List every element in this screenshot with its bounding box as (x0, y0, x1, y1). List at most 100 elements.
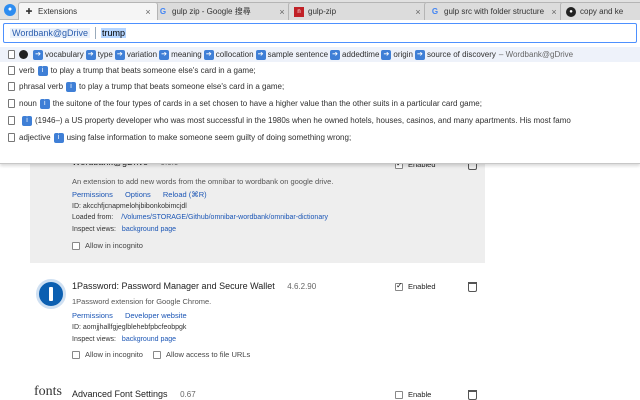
background-page-link[interactable]: background page (122, 226, 176, 233)
tab-copy[interactable]: ● copy and ke (560, 2, 640, 20)
developer-website-link[interactable]: Developer website (125, 311, 187, 320)
arrow-icon: ➔ (203, 49, 214, 60)
google-icon: G (159, 7, 167, 16)
extension-id: ID: aomjjhallfgjeglblehebfpbcfeobpgk (72, 324, 187, 331)
document-icon (8, 82, 15, 91)
checkbox-icon[interactable] (72, 241, 80, 250)
tab-gulp-zip[interactable]: n gulp-zip × (288, 2, 428, 20)
reload-link[interactable]: Reload (⌘R) (163, 190, 207, 199)
header-item: type (97, 50, 113, 59)
document-icon (8, 66, 15, 75)
extension-title: Advanced Font Settings 0.67 (72, 389, 196, 399)
omnibox[interactable]: Wordbank@gDrive trump (3, 23, 637, 43)
suggestion-text: to play a trump that beats someone else'… (79, 82, 285, 91)
tab-title: Extensions (38, 7, 78, 16)
tab-title: gulp src with folder structure (444, 7, 545, 16)
enable-toggle[interactable]: Enable (395, 390, 431, 399)
header-item: source of discovery (426, 50, 496, 59)
options-link[interactable]: Options (125, 190, 151, 199)
enabled-toggle[interactable]: Enabled (395, 281, 436, 291)
close-icon[interactable]: × (550, 7, 558, 17)
extension-name: 1Password: Password Manager and Secure W… (72, 281, 275, 291)
extension-description: 1Password extension for Google Chrome. (72, 297, 212, 306)
checkbox-icon[interactable] (395, 390, 403, 399)
close-icon[interactable]: × (414, 7, 422, 17)
header-item: addedtime (342, 50, 380, 59)
allow-file-urls-option[interactable]: Allow access to file URLs (153, 350, 250, 359)
extension-version: 0.67 (180, 390, 196, 399)
allow-incognito-option[interactable]: Allow in incognito (72, 241, 143, 250)
checkbox-icon[interactable] (395, 281, 403, 291)
omnibox-query[interactable]: trump (101, 28, 127, 38)
arrow-icon: ➔ (114, 49, 125, 60)
fonts-logo: fonts (34, 384, 62, 399)
puzzle-icon: ✚ (25, 7, 33, 16)
permissions-link[interactable]: Permissions (72, 190, 113, 199)
loaded-label: Loaded from: (72, 214, 114, 221)
checkbox-icon[interactable] (72, 350, 80, 359)
header-item: vocabulary (45, 50, 84, 59)
suggestion-text: (1946–) a US property developer who was … (35, 116, 571, 125)
inspect-label: Inspect views: (72, 226, 116, 233)
arrow-icon: ➔ (255, 49, 266, 60)
suggestion-pos: adjective (19, 133, 51, 142)
inspect-views: Inspect views: background page (72, 336, 176, 343)
close-icon[interactable]: × (278, 7, 286, 17)
tab-strip: ● ✚ Extensions × G gulp zip - Google 搜尋 … (0, 0, 640, 20)
background-page-link[interactable]: background page (122, 336, 176, 343)
suggestion-row[interactable]: adjective i using false information to m… (0, 130, 640, 145)
omnibox-separator (95, 27, 96, 39)
suggestion-pos: noun (19, 99, 37, 108)
header-item: meaning (171, 50, 202, 59)
suggestion-row[interactable]: phrasal verb i to play a trump that beat… (0, 79, 640, 94)
allow-incognito-option[interactable]: Allow in incognito (72, 350, 143, 359)
arrow-icon: ➔ (159, 49, 170, 60)
npm-icon: n (294, 6, 304, 17)
tab-extensions[interactable]: ✚ Extensions × (18, 2, 158, 20)
document-icon (8, 50, 15, 59)
info-badge-icon: i (22, 115, 32, 126)
document-icon (8, 133, 15, 142)
permissions-link[interactable]: Permissions (72, 311, 113, 320)
profile-icon[interactable]: ● (4, 4, 16, 16)
suggestion-text: the suitone of the four types of cards i… (52, 99, 482, 108)
suggestion-header[interactable]: ➔ vocabulary ➔ type ➔ variation ➔ meaning ➔ c… (0, 47, 640, 62)
extension-links: Permissions Developer website (72, 311, 197, 320)
suggestion-pos: verb (19, 66, 35, 75)
extension-version: 4.6.2.90 (287, 282, 317, 291)
github-icon: ● (566, 6, 576, 17)
arrow-icon: ➔ (330, 49, 341, 60)
extension-links: Permissions Options Reload (⌘R) (72, 190, 217, 199)
info-badge-icon: i (66, 81, 77, 92)
google-icon: G (431, 7, 439, 16)
suggestion-row[interactable]: noun i the suitone of the four types of … (0, 96, 640, 111)
header-item: origin (393, 50, 413, 59)
inspect-views: Inspect views: background page (72, 226, 176, 233)
incognito-label: Allow in incognito (85, 350, 143, 359)
incognito-label: Allow in incognito (85, 241, 143, 250)
extension-title: 1Password: Password Manager and Secure W… (72, 281, 316, 291)
trash-icon[interactable] (468, 390, 477, 400)
checkbox-icon[interactable] (153, 350, 161, 359)
1password-logo-icon (36, 279, 66, 309)
suggestion-source: – Wordbank@gDrive (498, 50, 574, 59)
suggestion-row[interactable]: i (1946–) a US property developer who wa… (0, 113, 640, 128)
tab-gulp-src[interactable]: G gulp src with folder structure × (424, 2, 564, 20)
suggestion-text: using false information to make someone … (66, 133, 352, 142)
info-badge-icon: i (53, 132, 64, 143)
loaded-from: Loaded from: /Volumes/STORAGE/Github/omn… (72, 214, 328, 221)
info-badge-icon: i (39, 98, 50, 109)
extension-description: An extension to add new words from the o… (72, 177, 334, 186)
arrow-icon: ➔ (85, 49, 96, 60)
document-icon (8, 99, 15, 108)
file-urls-label: Allow access to file URLs (166, 350, 251, 359)
omnibox-keyword: Wordbank@gDrive (10, 28, 90, 38)
enabled-label: Enabled (408, 282, 436, 291)
tab-gulp-zip-google[interactable]: G gulp zip - Google 搜尋 × (152, 2, 292, 20)
tab-title: copy and ke (580, 7, 624, 16)
inspect-label: Inspect views: (72, 336, 116, 343)
suggestion-row[interactable]: verb i to play a trump that beats someon… (0, 63, 640, 78)
close-icon[interactable]: × (144, 7, 152, 17)
loaded-path-link[interactable]: /Volumes/STORAGE/Github/omnibar-wordbank… (121, 214, 328, 221)
trash-icon[interactable] (468, 282, 477, 292)
